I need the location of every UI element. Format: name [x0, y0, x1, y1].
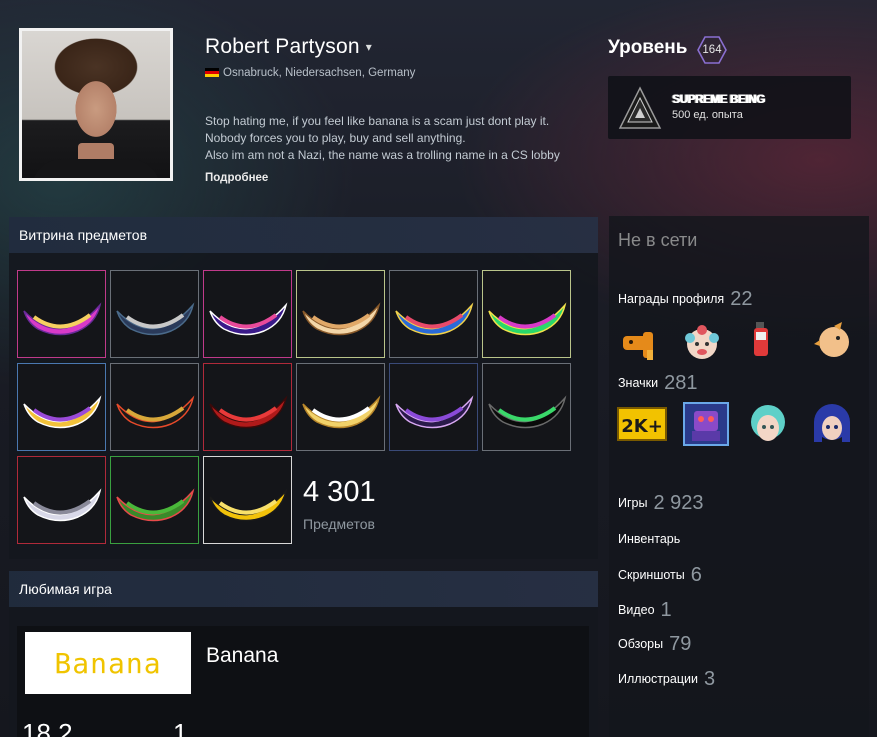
banana-icon	[23, 302, 102, 336]
game-logo[interactable]: Banana	[25, 632, 191, 694]
reviews-link[interactable]: Обзоры 79	[618, 633, 691, 656]
profile-awards-link[interactable]: Награды профиля 22	[618, 288, 752, 311]
more-info-link[interactable]: Подробнее	[205, 172, 268, 184]
svg-text:2K+: 2K+	[621, 416, 663, 437]
showcase-item-chrome-banana[interactable]	[17, 456, 106, 544]
banana-icon	[302, 302, 381, 336]
banana-icon	[302, 395, 381, 429]
profile-summary: Stop hating me, if you feel like banana …	[205, 113, 560, 164]
item-count-label: Предметов	[303, 516, 375, 532]
game-stat: 18,2	[22, 718, 73, 737]
showcase-item-code-banana[interactable]	[482, 363, 571, 451]
badges-count: 281	[664, 372, 698, 394]
banana-icon	[116, 302, 195, 336]
badge-xp: 500 ед. опыта	[672, 109, 743, 121]
showcase-item-eye-banana[interactable]	[389, 270, 478, 358]
game-stat: 1	[173, 718, 188, 737]
avatar-photo	[22, 31, 170, 178]
online-status: Не в сети	[618, 230, 698, 250]
showcase-item-gold-ring-banana[interactable]	[296, 363, 385, 451]
avatar[interactable]	[19, 28, 173, 181]
artwork-count: 3	[703, 668, 716, 690]
summary-line: Also im am not a Nazi, the name was a tr…	[205, 148, 560, 162]
summary-line: Stop hating me, if you feel like banana …	[205, 114, 550, 128]
showcase-item-red-pattern-banana[interactable]	[203, 363, 292, 451]
showcase-title: Витрина предметов	[19, 227, 148, 243]
summary-line: Nobody forces you to play, buy and sell …	[205, 131, 466, 145]
location: Osnabruck, Niedersachsen, Germany	[205, 67, 415, 79]
badge-name: SUPREME BEING	[672, 94, 765, 106]
showcase-item-purple-dark-banana[interactable]	[389, 363, 478, 451]
showcase-item-10k-banana[interactable]	[17, 363, 106, 451]
showcase-item-doge-banana[interactable]	[296, 270, 385, 358]
level-title: Уровень	[608, 37, 688, 58]
showcase-item-sunset-banana[interactable]	[17, 270, 106, 358]
games-link[interactable]: Игры 2 923	[618, 492, 704, 515]
reviews-label: Обзоры	[618, 637, 664, 651]
chevron-down-icon[interactable]: ▾	[366, 40, 372, 54]
screenshots-link[interactable]: Скриншоты 6	[618, 564, 702, 587]
item-count: 4 301	[303, 476, 376, 508]
clown-award-icon[interactable]	[680, 320, 724, 364]
persona-name[interactable]: Robert Partyson ▾	[205, 35, 372, 59]
screenshots-count: 6	[690, 564, 702, 586]
banana-icon	[116, 488, 195, 522]
location-text: Osnabruck, Niedersachsen, Germany	[223, 67, 416, 79]
showcase-item-graffiti-banana[interactable]	[482, 270, 571, 358]
featured-badge[interactable]: SUPREME BEING 500 ед. опыта	[608, 76, 851, 139]
banana-icon	[395, 395, 474, 429]
awards-count: 22	[730, 288, 753, 310]
triangle-badge-icon	[618, 86, 662, 129]
showcase-header: Витрина предметов	[9, 217, 598, 253]
inventory-label: Инвентарь	[618, 532, 681, 546]
dog-award-icon[interactable]	[617, 322, 661, 366]
games-count: 2 923	[653, 492, 704, 514]
level-value: 164	[702, 44, 722, 56]
teal-hair-girl-badge-icon[interactable]	[746, 400, 790, 446]
blue-hair-girl-badge-icon[interactable]	[810, 400, 854, 446]
badges-link[interactable]: Значки 281	[618, 372, 697, 395]
awards-label: Награды профиля	[618, 292, 725, 306]
banana-icon	[116, 395, 195, 429]
chick-award-icon[interactable]	[812, 318, 856, 362]
videos-count: 1	[660, 599, 672, 621]
banana-icon	[209, 302, 288, 336]
germany-flag-icon	[205, 68, 219, 78]
games-label: Игры	[618, 496, 648, 510]
banana-icon	[209, 395, 288, 429]
inventory-link[interactable]: Инвентарь	[618, 532, 680, 546]
game-logo-text: Banana	[54, 646, 162, 680]
banana-icon	[488, 302, 567, 336]
showcase-item-classic-banana[interactable]	[203, 456, 292, 544]
level-badge: 164	[697, 36, 727, 64]
banana-icon	[488, 395, 567, 429]
favorite-game-header: Любимая игра	[9, 571, 598, 607]
showcase-item-pepe-banana[interactable]	[110, 456, 199, 544]
game-name[interactable]: Banana	[206, 644, 278, 668]
banana-icon	[395, 302, 474, 336]
banana-icon	[23, 488, 102, 522]
badges-label: Значки	[618, 376, 659, 390]
videos-label: Видео	[618, 603, 655, 617]
banana-icon	[23, 395, 102, 429]
banana-icon	[209, 488, 288, 522]
reviews-count: 79	[669, 633, 692, 655]
favorite-game-title: Любимая игра	[19, 581, 112, 597]
robot-badge-icon[interactable]	[682, 401, 730, 447]
persona-name-text: Robert Partyson	[205, 35, 360, 58]
2k-badge-icon[interactable]: 2K+	[617, 402, 667, 446]
showcase-item-city-banana[interactable]	[110, 270, 199, 358]
showcase-item-weapon-banana[interactable]	[110, 363, 199, 451]
showcase-item-galaxy-banana[interactable]	[203, 270, 292, 358]
artwork-label: Иллюстрации	[618, 672, 698, 686]
fire-extinguisher-award-icon[interactable]	[740, 318, 784, 362]
artwork-link[interactable]: Иллюстрации 3	[618, 668, 715, 691]
videos-link[interactable]: Видео 1	[618, 599, 672, 622]
screenshots-label: Скриншоты	[618, 568, 685, 582]
